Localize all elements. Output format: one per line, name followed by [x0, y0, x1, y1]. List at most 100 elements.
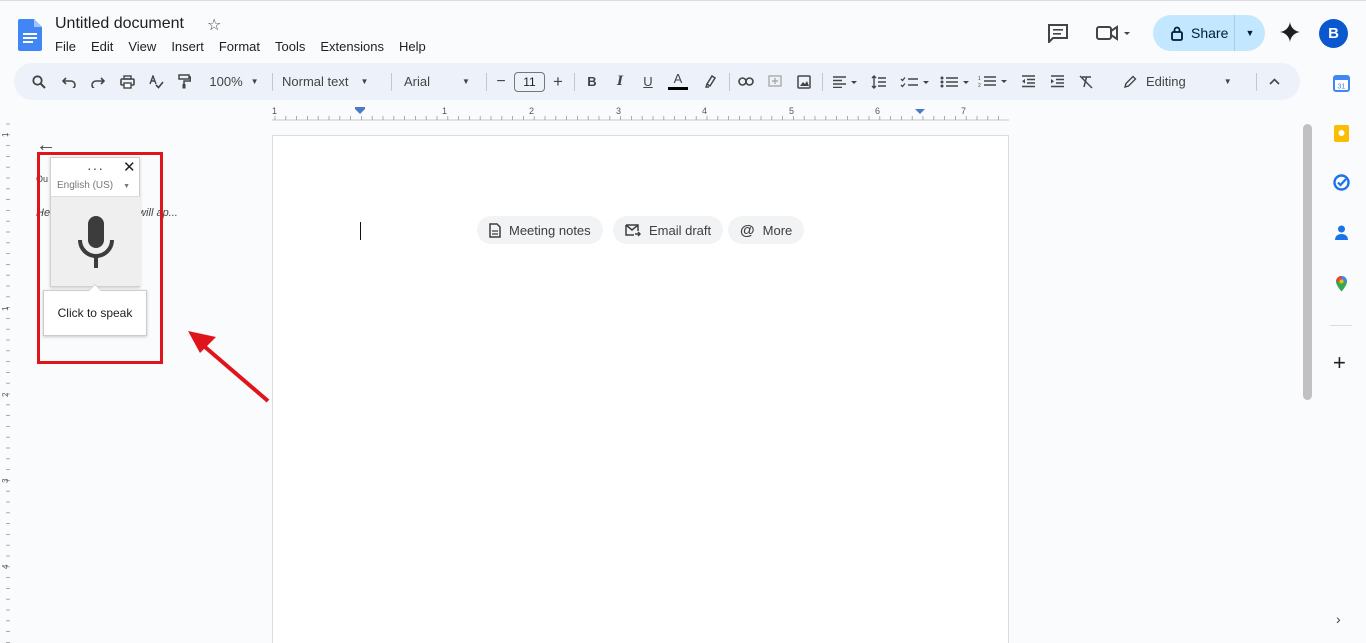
vertical-scrollbar[interactable] — [1303, 124, 1312, 400]
first-line-indent-marker[interactable] — [355, 107, 365, 109]
vruler-number: 3 — [1, 478, 10, 483]
highlight-color-icon[interactable] — [700, 63, 720, 100]
decrease-font-size-icon[interactable]: − — [492, 63, 510, 100]
contacts-icon[interactable] — [1333, 224, 1350, 241]
comment-history-icon[interactable] — [1047, 23, 1069, 43]
vertical-ruler: 1 1 2 3 4 — [1, 123, 10, 643]
right-indent-marker[interactable] — [915, 109, 925, 114]
insert-link-icon[interactable] — [736, 63, 756, 100]
svg-text:1: 1 — [978, 76, 981, 82]
menu-file[interactable]: File — [55, 39, 83, 54]
menu-view[interactable]: View — [128, 39, 163, 54]
calendar-icon[interactable]: 31 — [1333, 75, 1350, 92]
meeting-notes-chip[interactable]: Meeting notes — [477, 216, 603, 244]
add-comment-icon[interactable] — [765, 63, 785, 100]
align-icon[interactable] — [829, 63, 861, 100]
tasks-icon[interactable] — [1333, 174, 1350, 191]
editing-mode-select[interactable]: Editing ▼ — [1124, 63, 1244, 100]
toolbar-divider — [272, 73, 273, 91]
insert-image-icon[interactable] — [794, 63, 814, 100]
at-sign-icon: @ — [740, 221, 755, 239]
chip-label: More — [762, 222, 793, 238]
top-bar: Untitled document ☆ File Edit View Inser… — [0, 0, 1366, 62]
document-icon — [489, 222, 501, 238]
ruler-number: 3 — [616, 106, 621, 116]
caret-down-icon: ▼ — [462, 77, 470, 86]
text-cursor — [360, 222, 361, 240]
keep-icon[interactable] — [1333, 125, 1350, 142]
share-label: Share — [1191, 25, 1229, 41]
checklist-icon[interactable] — [898, 63, 932, 100]
vruler-number: 1 — [1, 132, 10, 137]
menu-insert[interactable]: Insert — [171, 39, 211, 54]
lock-icon — [1171, 26, 1183, 41]
menu-help[interactable]: Help — [399, 39, 433, 54]
paragraph-style-value: Normal text — [282, 74, 349, 89]
meet-icon[interactable] — [1096, 25, 1134, 41]
clear-formatting-icon[interactable] — [1076, 63, 1096, 100]
share-dropdown-icon[interactable]: ▼ — [1235, 28, 1265, 38]
font-size-field[interactable]: 11 — [513, 63, 546, 100]
horizontal-ruler[interactable]: 1 1 2 3 4 5 6 7 — [272, 104, 1009, 122]
toolbar-divider — [574, 73, 575, 91]
left-indent-marker[interactable] — [355, 109, 365, 114]
increase-indent-icon[interactable] — [1047, 63, 1067, 100]
paint-format-icon[interactable] — [173, 63, 195, 100]
menu-edit[interactable]: Edit — [91, 39, 120, 54]
email-draft-chip[interactable]: Email draft — [613, 216, 724, 244]
ruler-number: 6 — [875, 106, 880, 116]
pencil-icon — [1124, 75, 1137, 88]
hide-menus-icon[interactable] — [1264, 63, 1284, 100]
toolbar-divider — [1256, 73, 1257, 91]
ruler-number: 5 — [789, 106, 794, 116]
search-menus-icon[interactable] — [28, 63, 50, 100]
gemini-sparkle-icon[interactable] — [1279, 21, 1301, 43]
share-button[interactable]: Share ▼ — [1153, 15, 1265, 51]
undo-icon[interactable] — [58, 63, 80, 100]
toolbar-divider — [822, 73, 823, 91]
vruler-number: 1 — [1, 306, 10, 311]
menu-tools[interactable]: Tools — [275, 39, 312, 54]
zoom-select[interactable]: 100% ▼ — [204, 63, 264, 100]
document-page[interactable]: Meeting notes Email draft @ More — [272, 135, 1009, 643]
increase-font-size-icon[interactable]: + — [549, 63, 567, 100]
menu-extensions[interactable]: Extensions — [320, 39, 391, 54]
spellcheck-icon[interactable] — [145, 63, 167, 100]
bold-icon[interactable]: B — [582, 63, 602, 100]
zoom-value: 100% — [209, 74, 243, 89]
side-panel: 31 + › — [1316, 62, 1366, 643]
numbered-list-icon[interactable]: 12 — [976, 63, 1010, 100]
editing-mode-label: Editing — [1146, 74, 1186, 89]
docs-logo-icon[interactable] — [18, 19, 42, 51]
print-icon[interactable] — [116, 63, 138, 100]
annotation-highlight-box — [37, 152, 163, 364]
side-panel-divider — [1330, 325, 1352, 326]
vruler-number: 4 — [1, 564, 10, 569]
font-size-value[interactable]: 11 — [514, 71, 545, 92]
bulleted-list-icon[interactable] — [938, 63, 972, 100]
font-value: Arial — [404, 74, 431, 89]
toolbar-divider — [486, 73, 487, 91]
ruler-number: 2 — [529, 106, 534, 116]
paragraph-style-select[interactable]: Normal text ▼ — [282, 63, 382, 100]
line-spacing-icon[interactable] — [869, 63, 889, 100]
redo-icon[interactable] — [87, 63, 109, 100]
caret-down-icon: ▼ — [360, 77, 369, 86]
svg-text:31: 31 — [1338, 84, 1346, 91]
ruler-number: 1 — [442, 106, 447, 116]
ruler-number: 1 — [272, 106, 277, 116]
more-chip[interactable]: @ More — [728, 216, 805, 244]
italic-icon[interactable]: I — [610, 63, 630, 100]
account-avatar[interactable]: B — [1319, 19, 1348, 48]
maps-icon[interactable] — [1333, 275, 1350, 292]
text-color-icon[interactable]: A — [666, 63, 690, 100]
get-add-ons-icon[interactable]: + — [1333, 352, 1346, 374]
document-title[interactable]: Untitled document — [55, 15, 184, 33]
star-icon[interactable]: ☆ — [207, 15, 221, 35]
show-side-panel-icon[interactable]: › — [1336, 611, 1341, 627]
decrease-indent-icon[interactable] — [1018, 63, 1038, 100]
font-select[interactable]: Arial ▼ — [404, 63, 476, 100]
toolbar-divider — [729, 73, 730, 91]
menu-format[interactable]: Format — [219, 39, 267, 54]
underline-icon[interactable]: U — [638, 63, 658, 100]
